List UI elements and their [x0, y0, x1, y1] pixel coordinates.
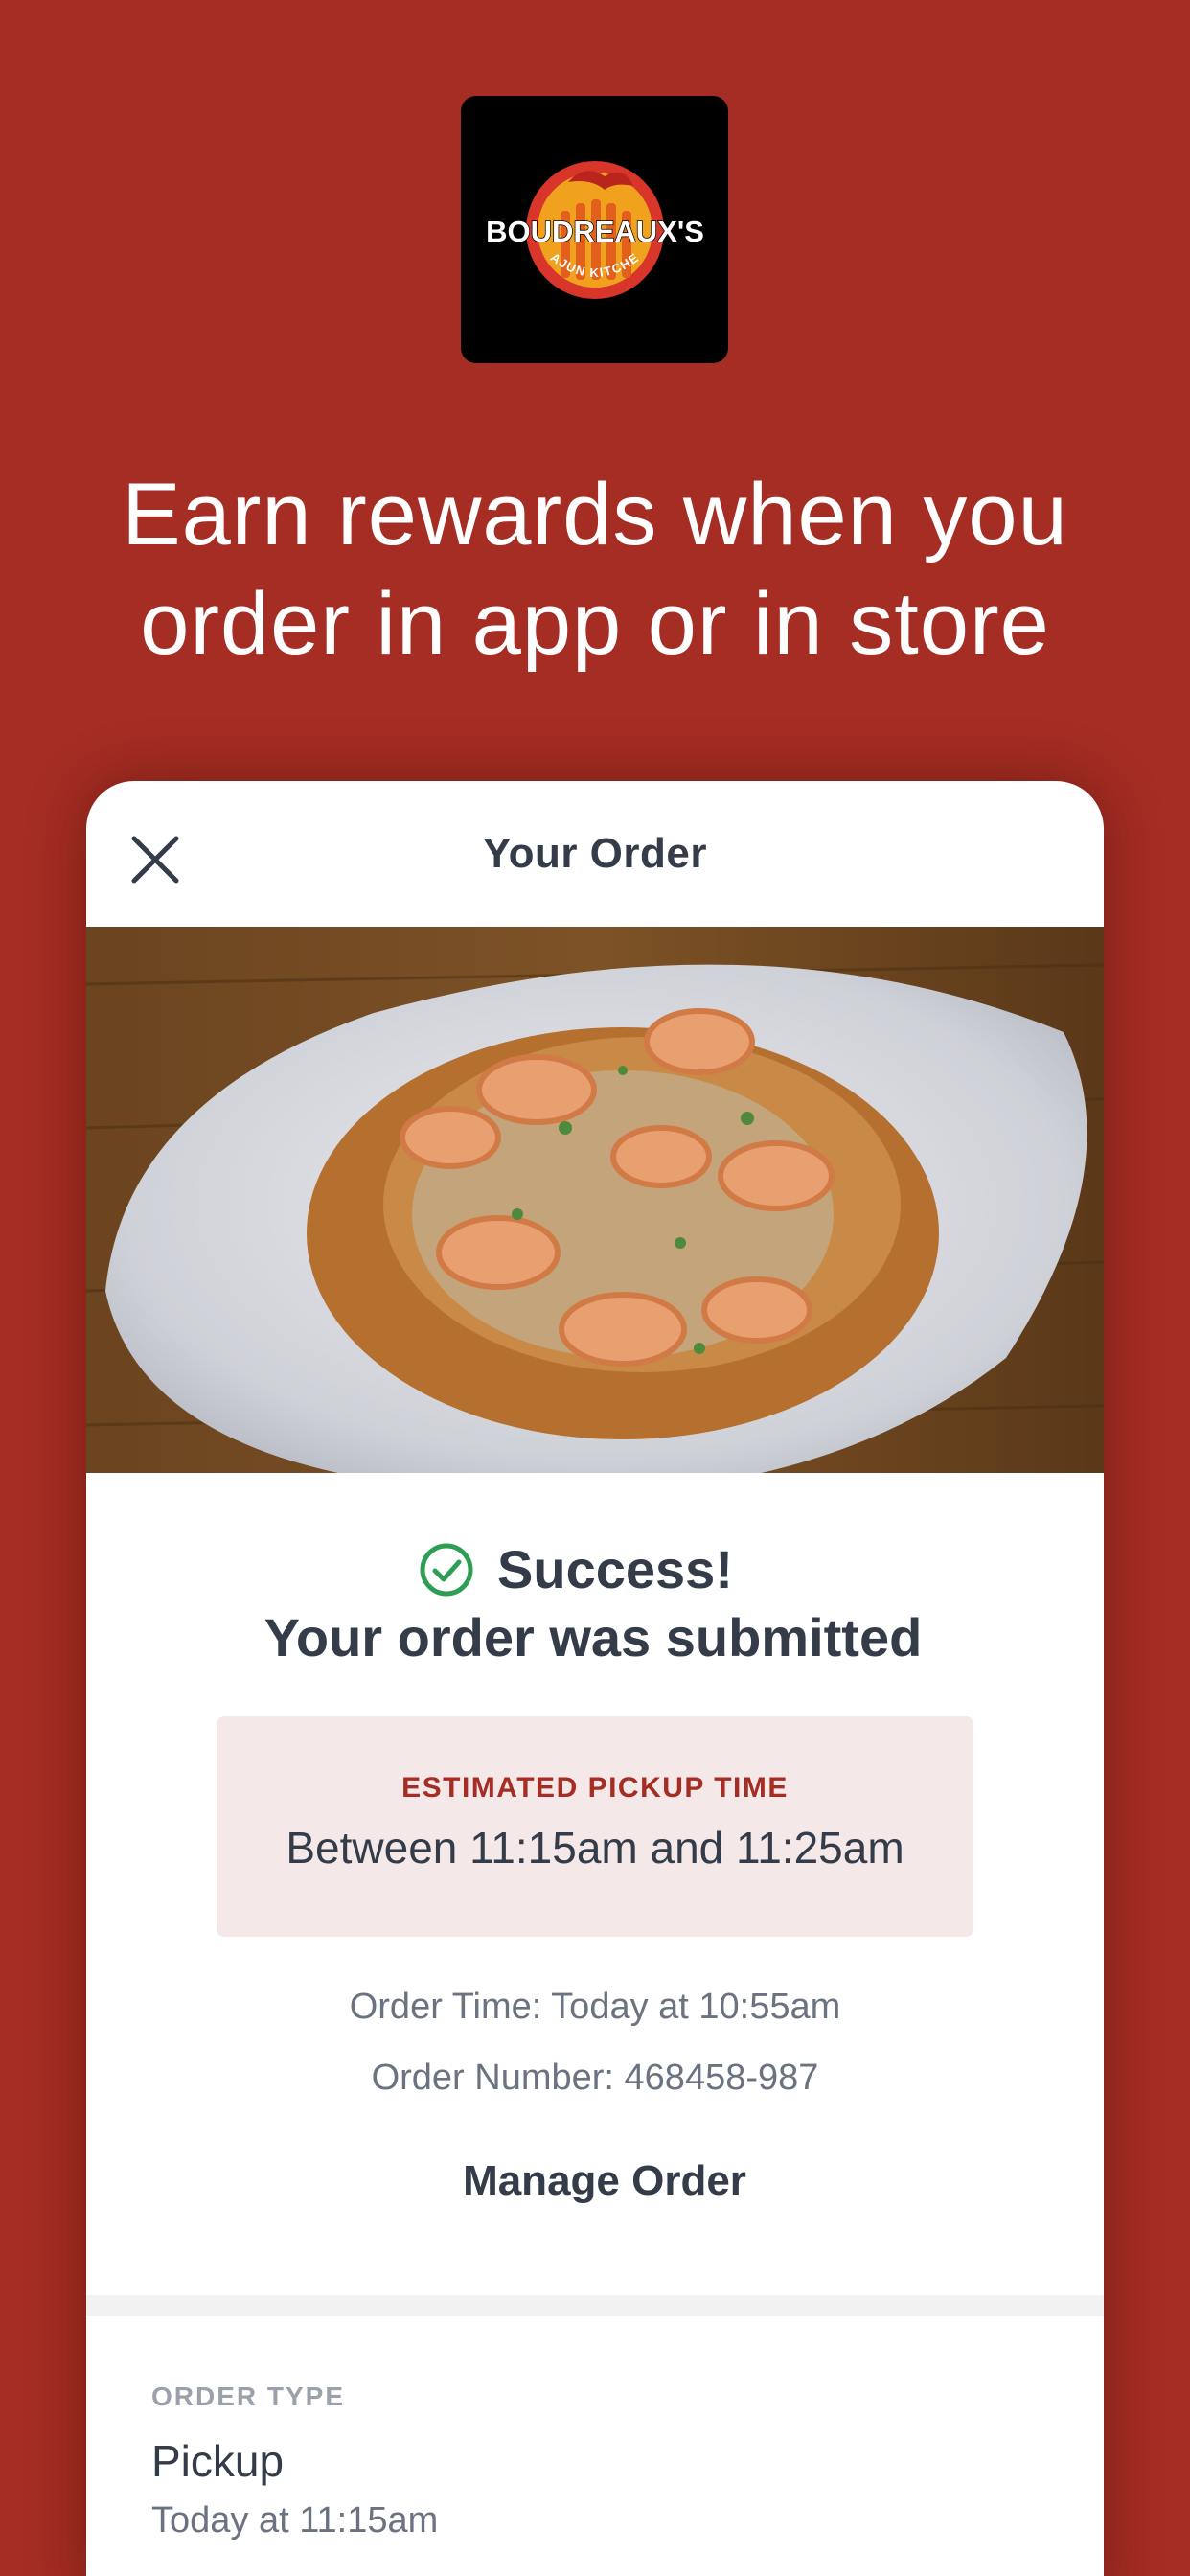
- hero-line-1: Earn rewards when you: [122, 466, 1068, 564]
- brand-logo: BOUDREAUX'S CAJUN KITCHEN: [461, 96, 728, 363]
- eta-value: Between 11:15am and 11:25am: [286, 1823, 904, 1873]
- eta-label: ESTIMATED PICKUP TIME: [401, 1772, 789, 1804]
- food-photo: [86, 927, 1104, 1473]
- order-card: Your Order Success! Your order was submi…: [86, 781, 1104, 2576]
- success-subtitle: Your order was submitted: [263, 1607, 923, 1668]
- order-time: Order Time: Today at 10:55am: [349, 1987, 841, 2027]
- close-button[interactable]: [125, 829, 186, 890]
- close-icon: [131, 836, 179, 884]
- logo-graphic: BOUDREAUX'S CAJUN KITCHEN: [480, 144, 704, 299]
- manage-order-button[interactable]: Manage Order: [308, 2148, 882, 2215]
- check-circle-icon: [420, 1543, 473, 1596]
- card-header: Your Order: [86, 781, 1104, 927]
- order-meta: Order Time: Today at 10:55am Order Numbe…: [86, 1971, 1104, 2113]
- order-type-section: ORDER TYPE Pickup Today at 11:15am: [151, 2381, 438, 2542]
- eta-box: ESTIMATED PICKUP TIME Between 11:15am an…: [217, 1716, 973, 1937]
- success-title: Success!: [497, 1539, 733, 1599]
- logo-wordmark: BOUDREAUX'S: [486, 215, 704, 248]
- order-number: Order Number: 468458-987: [371, 2058, 819, 2098]
- order-type-time: Today at 11:15am: [151, 2500, 439, 2541]
- order-type-label: ORDER TYPE: [151, 2381, 346, 2411]
- section-divider: [86, 2295, 1104, 2316]
- hero-line-2: order in app or in store: [140, 575, 1050, 673]
- hero-headline: Earn rewards when you order in app or in…: [0, 460, 1190, 678]
- order-type-value: Pickup: [151, 2436, 285, 2486]
- success-row: Success!: [86, 1538, 1104, 1600]
- card-title: Your Order: [482, 830, 707, 877]
